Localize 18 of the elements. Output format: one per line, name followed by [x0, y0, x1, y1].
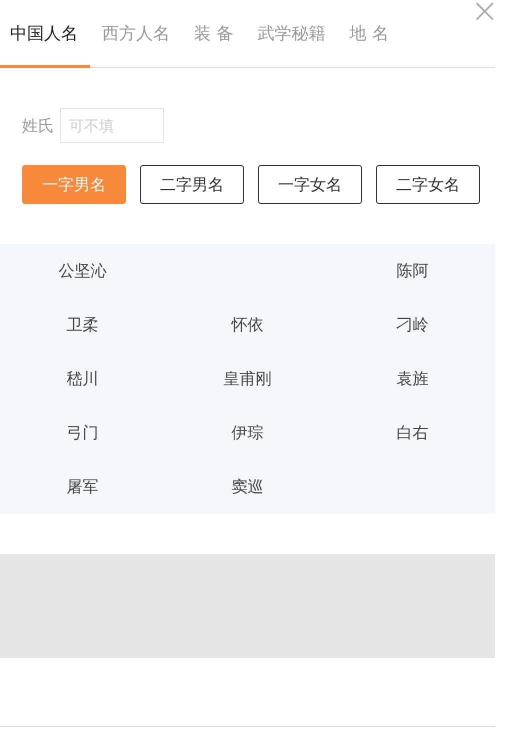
tab[interactable]: 中国人名 — [0, 22, 90, 68]
name-item[interactable]: 屠军 — [66, 475, 98, 499]
name-item[interactable]: 怀依 — [232, 313, 264, 337]
name-type-button[interactable]: 一字女名 — [258, 165, 362, 204]
name-item[interactable]: 嵇川 — [66, 367, 98, 391]
name-item[interactable]: 白右 — [396, 421, 428, 445]
name-item[interactable]: 公坚沁 — [58, 259, 106, 283]
name-item[interactable]: 窦巡 — [232, 475, 264, 499]
name-item[interactable]: 伊琮 — [232, 421, 264, 445]
name-item[interactable]: 皇甫刚 — [224, 367, 272, 391]
name-item[interactable]: 陈阿 — [396, 259, 428, 283]
name-type-button[interactable]: 二字女名 — [376, 165, 480, 204]
name-item[interactable]: 弓门 — [66, 421, 98, 445]
name-item[interactable]: 袁旌 — [396, 367, 428, 391]
name-item[interactable]: 刁岭 — [396, 313, 428, 337]
surname-label: 姓氏 — [22, 114, 54, 136]
name-type-button[interactable]: 二字男名 — [140, 165, 244, 204]
name-item[interactable]: 卫柔 — [66, 313, 98, 337]
